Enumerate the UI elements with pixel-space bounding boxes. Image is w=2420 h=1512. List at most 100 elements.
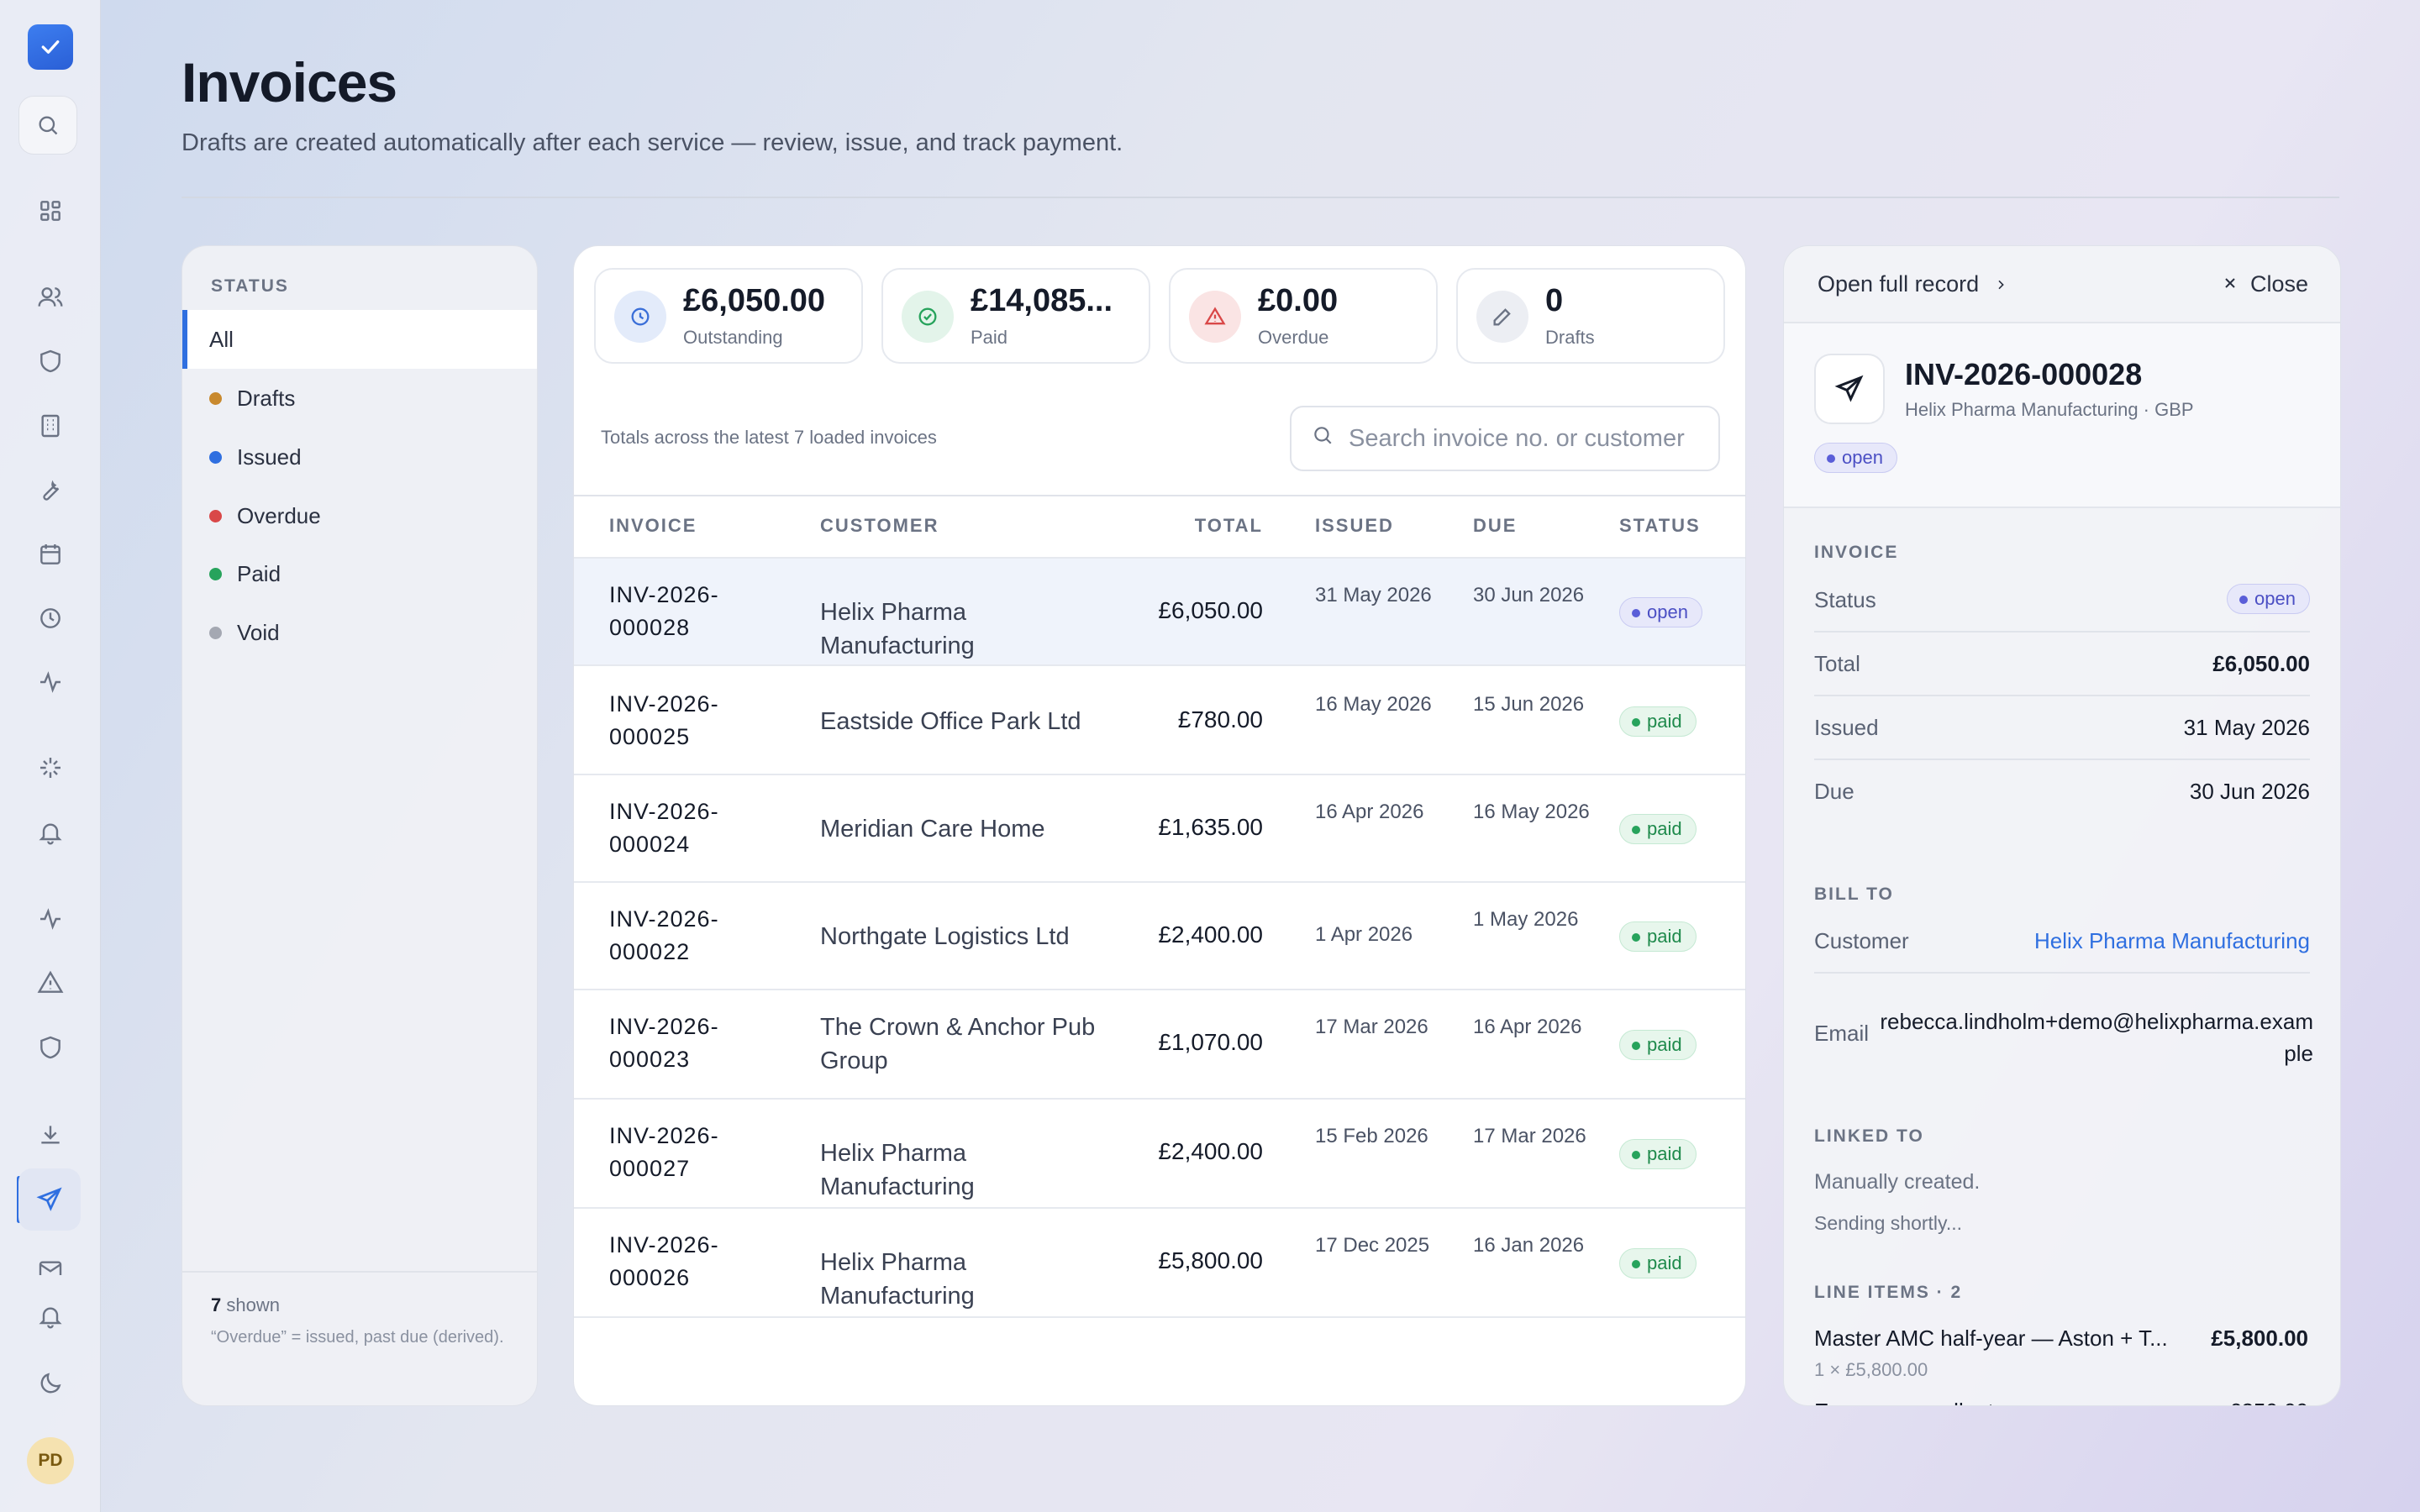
download-icon[interactable] <box>25 1110 76 1160</box>
linked-text: Manually created. <box>1814 1170 1981 1194</box>
filter-overdue[interactable]: Overdue <box>182 486 537 545</box>
table-row[interactable]: INV-2026- 000022 Northgate Logistics Ltd £2… <box>574 883 1745 990</box>
users-icon[interactable] <box>25 272 76 323</box>
status-dot <box>209 391 222 405</box>
clock-icon[interactable] <box>25 593 76 643</box>
invoices-panel: £6,050.00 Outstanding £14,085... Paid £0… <box>573 245 1746 1406</box>
filter-paid[interactable]: Paid <box>182 544 537 603</box>
filter-issued[interactable]: Issued <box>182 428 537 486</box>
invoice-detail-panel: Open full record Close INV-2026-000028 H… <box>1783 245 2341 1406</box>
logo-icon[interactable] <box>28 24 73 70</box>
field-value: 30 Jun 2026 <box>2189 779 2310 804</box>
building-icon[interactable] <box>25 401 76 451</box>
open-full-record-link[interactable]: Open full record <box>1818 271 2007 297</box>
search-box <box>1290 406 1720 471</box>
avatar[interactable]: PD <box>27 1437 74 1484</box>
customer-link[interactable]: Helix Pharma Manufacturing <box>2034 928 2310 954</box>
customer-name: The Crown & Anchor Pub Group <box>820 1014 1096 1074</box>
stat-overdue: £0.00 Overdue <box>1169 268 1438 364</box>
send-icon[interactable] <box>18 1168 81 1231</box>
invoice-total: £1,070.00 <box>1158 1029 1263 1055</box>
table-row[interactable]: INV-2026- 000024 Meridian Care Home £1,635.… <box>574 775 1745 883</box>
issued-date: 16 Apr 2026 <box>1315 801 1424 823</box>
pencil-icon <box>1476 291 1528 343</box>
stat-value: £14,085... <box>971 283 1113 318</box>
field-label: Status <box>1814 587 1876 612</box>
customer-name: Helix Pharma Manufacturing <box>820 1249 975 1310</box>
invoice-number: INV-2026- 000026 <box>609 1232 719 1290</box>
line-item-qty: 1 × £5,800.00 <box>1814 1359 1928 1380</box>
calendar-icon[interactable] <box>25 529 76 580</box>
filter-item-label: Paid <box>237 560 281 586</box>
col-status[interactable]: STATUS <box>1619 515 1701 537</box>
alert-icon[interactable] <box>25 958 76 1008</box>
line-item-name: Emergency callout <box>1814 1399 1994 1405</box>
close-button[interactable]: Close <box>2222 271 2308 297</box>
field-value: £6,050.00 <box>2212 651 2310 676</box>
totals-note: Totals across the latest 7 loaded invoic… <box>601 427 937 448</box>
field-label: Issued <box>1814 715 1879 740</box>
issued-date: 17 Mar 2026 <box>1315 1016 1428 1038</box>
moon-icon[interactable] <box>25 1358 76 1409</box>
table-row[interactable]: INV-2026- 000028 Helix Pharma Manufacturin… <box>574 559 1745 666</box>
search-icon <box>1312 424 1334 453</box>
section-linked-to: LINKED TO <box>1814 1126 1924 1146</box>
issued-date: 15 Feb 2026 <box>1315 1125 1428 1147</box>
stat-value: £0.00 <box>1258 283 1339 318</box>
bell-icon[interactable] <box>25 807 76 858</box>
due-date: 17 Mar 2026 <box>1473 1125 1586 1147</box>
section-invoice: INVOICE <box>1814 543 1899 562</box>
detail-due-row: Due 30 Jun 2026 <box>1814 760 2310 824</box>
search-input[interactable] <box>1349 424 1718 453</box>
stat-paid: £14,085... Paid <box>881 268 1150 364</box>
filter-drafts[interactable]: Drafts <box>182 369 537 428</box>
filter-item-label: All <box>209 326 234 352</box>
status-filter-panel: STATUS All Drafts Issued Overdue Paid Vo… <box>182 245 538 1406</box>
status-badge: open <box>2227 584 2310 614</box>
col-total[interactable]: TOTAL <box>1195 515 1263 537</box>
table-row[interactable]: INV-2026- 000027 Helix Pharma Manufacturin… <box>574 1100 1745 1209</box>
filter-item-label: Drafts <box>237 385 296 411</box>
sparkle-icon[interactable] <box>25 743 76 793</box>
col-customer[interactable]: CUSTOMER <box>820 515 939 537</box>
sending-text: Sending shortly... <box>1814 1212 1963 1234</box>
invoice-number: INV-2026- 000022 <box>609 906 719 964</box>
bell-icon[interactable] <box>25 1291 76 1341</box>
close-icon <box>2222 271 2238 297</box>
filter-divider <box>182 1271 537 1273</box>
issued-date: 31 May 2026 <box>1315 584 1432 606</box>
table-row[interactable]: INV-2026- 000026 Helix Pharma Manufacturin… <box>574 1209 1745 1318</box>
search-icon[interactable] <box>18 96 77 155</box>
status-dot <box>209 450 222 464</box>
send-icon <box>1814 354 1885 424</box>
invoice-number: INV-2026- 000025 <box>609 691 719 749</box>
filter-all[interactable]: All <box>182 310 537 369</box>
header-divider <box>182 197 2339 198</box>
stat-label: Paid <box>971 327 1008 348</box>
warning-icon <box>1189 291 1241 343</box>
col-issued[interactable]: ISSUED <box>1315 515 1394 537</box>
filter-label: STATUS <box>211 276 289 296</box>
status-badge: open <box>1619 597 1702 627</box>
shield-icon[interactable] <box>25 336 76 386</box>
table-row[interactable]: INV-2026- 000023 The Crown & Anchor Pub Gr… <box>574 990 1745 1100</box>
status-badge: paid <box>1619 1248 1697 1278</box>
filter-item-label: Overdue <box>237 502 321 528</box>
status-badge: paid <box>1619 814 1697 844</box>
wrench-icon[interactable] <box>25 465 76 515</box>
mail-icon[interactable] <box>25 1250 76 1275</box>
activity-icon[interactable] <box>25 657 76 707</box>
detail-summary: INV-2026-000028 Helix Pharma Manufacturi… <box>1784 323 2340 508</box>
invoice-number: INV-2026- 000024 <box>609 799 719 857</box>
shield-icon[interactable] <box>25 1022 76 1073</box>
table-row[interactable]: INV-2026- 000025 Eastside Office Park Ltd £… <box>574 668 1745 775</box>
col-invoice[interactable]: INVOICE <box>609 515 697 537</box>
status-badge: paid <box>1619 706 1697 737</box>
activity-icon[interactable] <box>25 894 76 944</box>
detail-total-row: Total £6,050.00 <box>1814 633 2310 696</box>
col-due[interactable]: DUE <box>1473 515 1517 537</box>
dashboard-icon[interactable] <box>25 186 76 236</box>
due-date: 30 Jun 2026 <box>1473 584 1585 606</box>
filter-void[interactable]: Void <box>182 603 537 662</box>
stat-drafts: 0 Drafts <box>1456 268 1725 364</box>
